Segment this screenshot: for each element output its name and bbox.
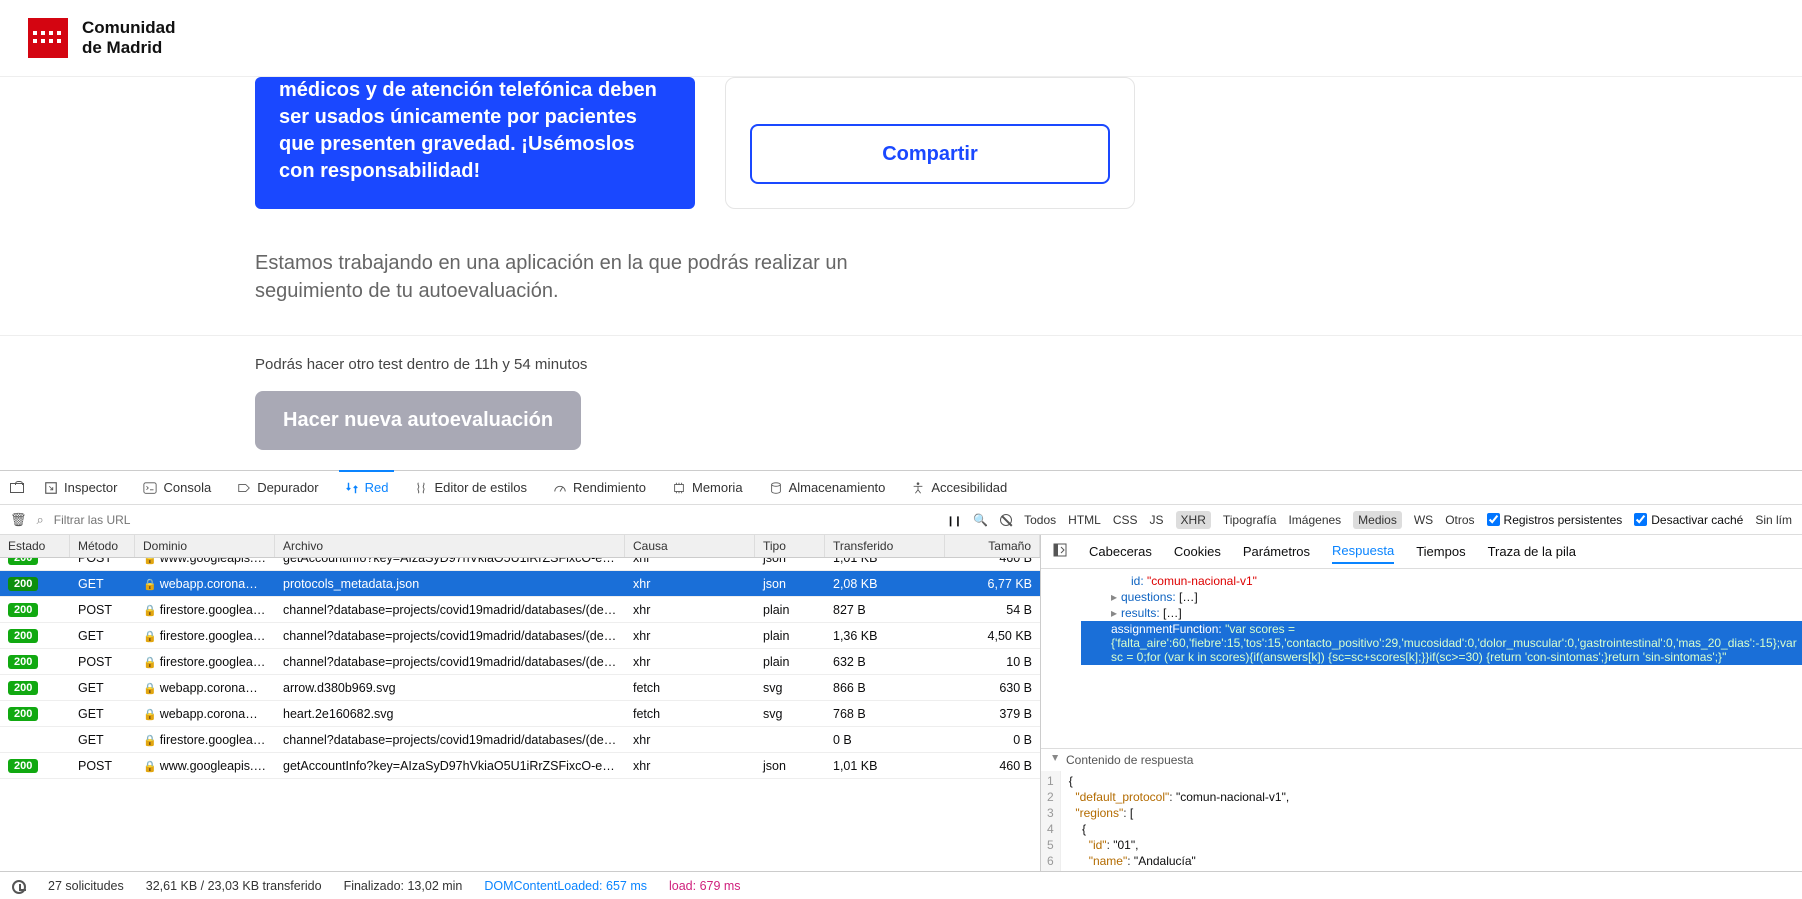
status-dcl: DOMContentLoaded: 657 ms	[484, 879, 647, 893]
network-toolbar: Todos HTML CSS JS XHR Tipografía Imágene…	[0, 505, 1802, 535]
toggle-sidebar-icon[interactable]	[1053, 543, 1067, 560]
response-tabs: Cabeceras Cookies Parámetros Respuesta T…	[1041, 535, 1802, 569]
network-row[interactable]: 200POST🔒firestore.googleapis...channel?d…	[0, 597, 1040, 623]
tree-results[interactable]: ▸results: […]	[1081, 605, 1802, 621]
status-requests: 27 solicitudes	[48, 879, 124, 893]
network-row[interactable]: 200GET🔒webapp.coronama...heart.2e160682.…	[0, 701, 1040, 727]
response-tree: id: "comun-nacional-v1" ▸questions: […] …	[1041, 569, 1802, 748]
network-row[interactable]: 200GET🔒webapp.coronama...arrow.d380b969.…	[0, 675, 1040, 701]
next-test-text: Podrás hacer otro test dentro de 11h y 5…	[255, 356, 1802, 373]
type-html[interactable]: HTML	[1068, 513, 1101, 527]
block-icon[interactable]	[1000, 514, 1012, 526]
share-card: Compartir	[725, 77, 1135, 209]
type-all[interactable]: Todos	[1024, 513, 1056, 527]
network-row[interactable]: GET🔒firestore.googleapis...channel?datab…	[0, 727, 1040, 753]
tree-questions[interactable]: ▸questions: […]	[1081, 589, 1802, 605]
tree-assignment-function[interactable]: assignmentFunction: "var scores = {'falt…	[1081, 621, 1802, 665]
network-row[interactable]: 200POST🔒firestore.googleapis...channel?d…	[0, 649, 1040, 675]
followup-text: Estamos trabajando en una aplicación en …	[0, 209, 950, 305]
resp-tab-cookies[interactable]: Cookies	[1174, 540, 1221, 563]
tab-style-editor[interactable]: Editor de estilos	[408, 471, 533, 504]
devtools: Inspector Consola Depurador Red Editor d…	[0, 470, 1802, 899]
devtools-tabs: Inspector Consola Depurador Red Editor d…	[0, 471, 1802, 505]
status-load: load: 679 ms	[669, 879, 741, 893]
network-row[interactable]: 200POST🔒www.googleapis.comgetAccountInfo…	[0, 558, 1040, 571]
status-transfer: 32,61 KB / 23,03 KB transferido	[146, 879, 322, 893]
network-row[interactable]: 200GET🔒webapp.coronama...protocols_metad…	[0, 571, 1040, 597]
brand-text: Comunidad de Madrid	[82, 18, 176, 57]
type-font[interactable]: Tipografía	[1223, 513, 1277, 527]
filter-icon[interactable]	[37, 512, 44, 528]
response-code: 123456 { "default_protocol": "comun-naci…	[1041, 771, 1802, 871]
new-assessment-button: Hacer nueva autoevaluación	[255, 391, 581, 450]
tab-console[interactable]: Consola	[137, 471, 217, 504]
type-ws[interactable]: WS	[1414, 513, 1433, 527]
clock-icon	[12, 880, 26, 894]
network-row[interactable]: 200POST🔒www.googleapis.comgetAccountInfo…	[0, 753, 1040, 779]
resp-tab-timings[interactable]: Tiempos	[1416, 540, 1465, 563]
madrid-logo	[28, 18, 68, 58]
network-row[interactable]: 200GET🔒firestore.googleapis...channel?da…	[0, 623, 1040, 649]
tab-accessibility[interactable]: Accesibilidad	[905, 471, 1013, 504]
type-images[interactable]: Imágenes	[1288, 513, 1341, 527]
persist-checkbox[interactable]: Registros persistentes	[1487, 513, 1623, 527]
tab-network[interactable]: Red	[339, 470, 395, 503]
disable-cache-checkbox[interactable]: Desactivar caché	[1634, 513, 1743, 527]
type-other[interactable]: Otros	[1445, 513, 1474, 527]
no-limit-label: Sin lím	[1755, 513, 1792, 527]
search-icon[interactable]	[973, 512, 988, 527]
network-header-row: Estado Método Dominio Archivo Causa Tipo…	[0, 535, 1040, 558]
tab-storage[interactable]: Almacenamiento	[763, 471, 892, 504]
resp-tab-params[interactable]: Parámetros	[1243, 540, 1310, 563]
url-filter-input[interactable]	[54, 513, 174, 527]
status-finish: Finalizado: 13,02 min	[344, 879, 463, 893]
resp-tab-headers[interactable]: Cabeceras	[1089, 540, 1152, 563]
type-xhr[interactable]: XHR	[1176, 511, 1211, 529]
share-button[interactable]: Compartir	[750, 124, 1110, 184]
response-content-header[interactable]: ▸Contenido de respuesta	[1041, 748, 1802, 771]
clear-icon[interactable]	[10, 512, 27, 528]
type-css[interactable]: CSS	[1113, 513, 1138, 527]
dock-icon[interactable]	[10, 483, 24, 493]
resp-tab-response[interactable]: Respuesta	[1332, 539, 1394, 564]
resp-tab-stack[interactable]: Traza de la pila	[1488, 540, 1576, 563]
network-statusbar: 27 solicitudes 32,61 KB / 23,03 KB trans…	[0, 871, 1802, 899]
tab-performance[interactable]: Rendimiento	[547, 471, 652, 504]
type-js[interactable]: JS	[1150, 513, 1164, 527]
tab-debugger[interactable]: Depurador	[231, 471, 324, 504]
tab-inspector[interactable]: Inspector	[38, 471, 123, 504]
type-media[interactable]: Medios	[1353, 511, 1402, 529]
app-header: Comunidad de Madrid	[0, 0, 1802, 77]
tab-memory[interactable]: Memoria	[666, 471, 749, 504]
info-card: médicos y de atención telefónica deben s…	[255, 77, 695, 209]
pause-icon[interactable]	[946, 512, 961, 527]
